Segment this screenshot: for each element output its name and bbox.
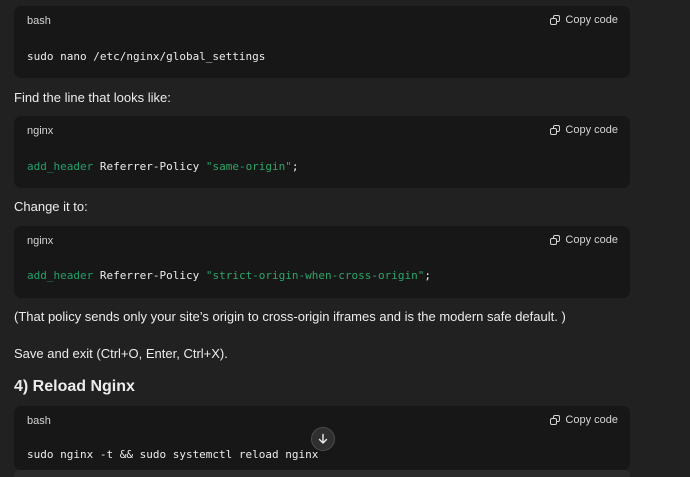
copy-code-label: Copy code bbox=[565, 124, 618, 136]
code-string-value: "strict-origin-when-cross-origin" bbox=[205, 269, 425, 282]
code-header: nginx Copy code bbox=[14, 116, 630, 146]
copy-code-label: Copy code bbox=[565, 414, 618, 426]
code-block-bash-nano: bash Copy code sudo nano /etc/nginx/glob… bbox=[14, 6, 630, 78]
copy-icon bbox=[550, 14, 561, 26]
paragraph-change-it: Change it to: bbox=[14, 199, 88, 214]
paragraph-policy-note: (That policy sends only your site’s orig… bbox=[14, 309, 566, 324]
code-language-label: bash bbox=[27, 415, 51, 427]
copy-code-button[interactable]: Copy code bbox=[550, 234, 618, 246]
code-line: sudo nano /etc/nginx/global_settings bbox=[27, 50, 266, 63]
next-content-edge bbox=[14, 470, 630, 477]
paragraph-find-line: Find the line that looks like: bbox=[14, 90, 171, 105]
code-string-value: "same-origin" bbox=[205, 160, 292, 173]
code-block-nginx-same-origin: nginx Copy code add_header Referrer-Poli… bbox=[14, 116, 630, 188]
chat-response: bash Copy code sudo nano /etc/nginx/glob… bbox=[0, 0, 690, 477]
copy-code-button[interactable]: Copy code bbox=[550, 14, 618, 26]
copy-icon bbox=[550, 234, 561, 246]
code-line: add_header Referrer-Policy "same-origin"… bbox=[27, 160, 299, 173]
arrow-down-icon bbox=[318, 433, 328, 444]
section-heading-reload-nginx: 4) Reload Nginx bbox=[14, 378, 135, 395]
scroll-to-bottom-button[interactable] bbox=[311, 427, 335, 451]
code-header-name: Referrer-Policy bbox=[99, 269, 200, 282]
code-line: add_header Referrer-Policy "strict-origi… bbox=[27, 269, 431, 282]
copy-icon bbox=[550, 124, 561, 136]
code-header-name: Referrer-Policy bbox=[99, 160, 200, 173]
copy-code-label: Copy code bbox=[565, 14, 618, 26]
code-header: bash Copy code bbox=[14, 6, 630, 36]
code-language-label: bash bbox=[27, 15, 51, 27]
code-line: sudo nginx -t && sudo systemctl reload n… bbox=[27, 448, 319, 461]
code-semicolon: ; bbox=[424, 269, 431, 282]
copy-icon bbox=[550, 414, 561, 426]
copy-code-button[interactable]: Copy code bbox=[550, 124, 618, 136]
copy-code-button[interactable]: Copy code bbox=[550, 414, 618, 426]
paragraph-save-exit: Save and exit (Ctrl+O, Enter, Ctrl+X). bbox=[14, 346, 228, 361]
code-semicolon: ; bbox=[291, 160, 299, 173]
code-header: nginx Copy code bbox=[14, 226, 630, 256]
code-language-label: nginx bbox=[27, 235, 54, 247]
code-language-label: nginx bbox=[27, 125, 54, 137]
code-directive: add_header bbox=[27, 269, 94, 282]
code-block-nginx-strict-origin: nginx Copy code add_header Referrer-Poli… bbox=[14, 226, 630, 298]
code-directive: add_header bbox=[27, 160, 94, 173]
copy-code-label: Copy code bbox=[565, 234, 618, 246]
